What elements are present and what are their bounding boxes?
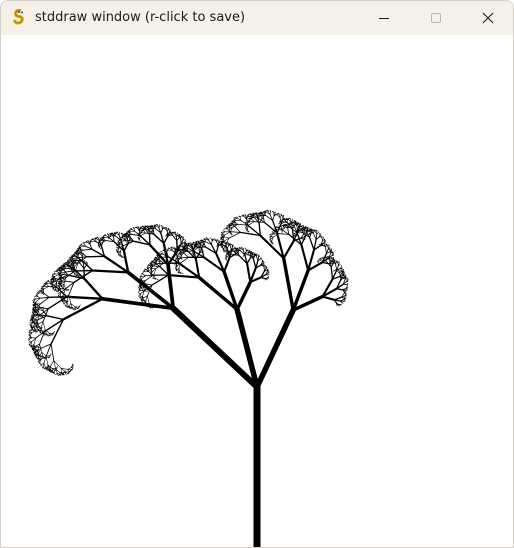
app-window: stddraw window (r-click to save)	[0, 0, 514, 548]
minimize-icon	[379, 18, 389, 19]
drawing-canvas[interactable]	[1, 35, 513, 547]
close-button[interactable]	[465, 1, 511, 35]
minimize-button[interactable]	[361, 1, 407, 35]
title-bar[interactable]: stddraw window (r-click to save)	[1, 1, 513, 35]
maximize-button[interactable]	[413, 1, 459, 35]
close-icon	[482, 12, 494, 24]
maximize-icon	[431, 13, 441, 23]
pygame-snake-icon	[13, 9, 24, 25]
window-title: stddraw window (r-click to save)	[35, 10, 246, 25]
fractal-tree	[28, 209, 349, 547]
